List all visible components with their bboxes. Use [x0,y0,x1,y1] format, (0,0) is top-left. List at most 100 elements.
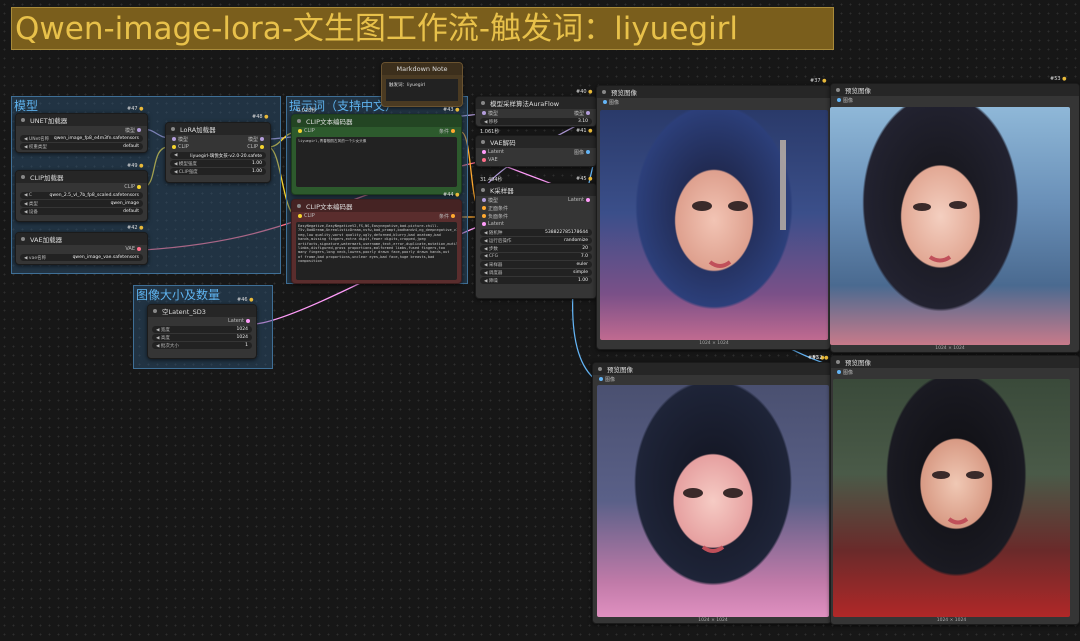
clip-device-field[interactable]: ◀ 设备 default [20,208,143,215]
clip-text-encode-positive-node[interactable]: CLIP文本编码器 CLIP 条件 liyuegirl,青春靓丽古风的一个少女头像 [291,114,462,195]
ksampler-latent-pin [482,221,486,226]
control-after-generate-field[interactable]: ◀ 运行后操作 randomize [480,237,592,244]
latent-header: 空Latent_SD3 [148,305,256,317]
preview-4-caption: 1024 × 1024 [936,618,967,623]
empty-latent-sd3-node[interactable]: 空Latent_SD3 Latent ◀ 宽度 1024 ◀ 高度 1024 ◀ 批… [147,304,257,359]
vae-decode-time: 1.061秒 [480,129,500,135]
lora-loader-header: LoRA加载器 [166,123,270,135]
latent-batch-field[interactable]: ◀ 批次大小 1 [152,342,252,349]
clip-neg-header: CLIP文本编码器 [292,200,461,212]
portrait-2-graphic [913,201,967,263]
preview-1-header: 预览图像 [597,86,830,98]
seed-field[interactable]: ◀ 随机种 538822785178644 [480,229,592,236]
portrait-1-graphic [692,140,786,268]
clip-loader-node[interactable]: CLIP加载器 CLIP ◀ Cqwen_2.5_vl_7b_fp8_scale… [15,170,148,222]
lora-loader-node[interactable]: LoRA加载器 模型 模型 CLIP CLIP ◀ liyuegirl-璃悦女孩-v2… [165,122,271,183]
ksampler-positive-pin [482,206,486,210]
unet-out-label: 模型 [124,127,135,134]
vae-decode-latent-pin [482,149,486,154]
lora-model-strength-field[interactable]: ◀ 模型强度 1.00 [170,160,266,167]
markdown-note-text: 触发词：liyuegirl [386,79,458,101]
markdown-note-node[interactable]: Markdown Note 触发词：liyuegirl [381,62,463,107]
ksampler-time: 31.494秒 [480,177,503,183]
unet-badge: #47 ● [127,106,144,112]
steps-field[interactable]: ◀ 步数 20 [480,245,592,252]
ksampler-badge: #45 ● [576,176,593,182]
unet-model-output-pin [137,128,141,132]
sampler-field[interactable]: ◀ 采样器 euler [480,261,592,268]
positive-prompt-textarea[interactable]: liyuegirl,青春靓丽古风的一个少女头像 [296,137,457,187]
portrait-3-graphic [683,488,743,553]
preview-2-image[interactable] [830,107,1070,345]
latent-output-pin [246,318,250,323]
lora-model-output-pin [260,137,264,141]
latent-height-field[interactable]: ◀ 高度 1024 [152,334,252,341]
preview-4-image[interactable] [833,379,1070,617]
aura-badge: #40 ● [576,89,593,95]
workflow-title-note[interactable]: Qwen-image-lora-文生图工作流-触发词：liyuegirl [11,7,834,50]
aura-model-input-pin [482,111,486,115]
clip-text-encode-negative-node[interactable]: CLIP文本编码器 CLIP 条件 EasyNegative,EasyNegati… [291,199,462,284]
preview-3-caption: 1024 × 1024 [698,618,728,623]
unet-loader-header: UNET加载器 [16,114,147,126]
preview-2-header: 预览图像 [831,84,1079,96]
unet-loader-node[interactable]: UNET加载器 模型 ◀ UNet名称 qwen_image_fp8_e4m3fn… [15,113,148,153]
lora-clip-input-pin [172,144,176,149]
lora-model-input-pin [172,137,176,141]
unet-dtype-field[interactable]: ◀ 权重类型 default [20,143,143,150]
preview-2-image-pin [837,98,841,102]
denoise-field[interactable]: ◀ 降噪 1.00 [480,277,592,284]
preview-4-header: 预览图像 [831,356,1079,368]
clip-pos-badge: #43 ● [443,107,460,113]
preview-2-badge: #53 ● [1050,76,1067,82]
negative-prompt-textarea[interactable]: EasyNegative,EasyNegativeV2,FS,NS,Easyne… [296,222,457,280]
vae-loader-badge: #42 ● [127,225,144,231]
group-model-title: 模型 [14,99,39,113]
clip-pos-input-pin [298,128,302,133]
clip-neg-output-pin [451,214,455,218]
lora-clip-strength-field[interactable]: ◀ CLIP强度 1.00 [170,168,266,175]
group-image-size-title: 图像大小及数量 [136,288,221,302]
vae-decode-badge: #41 ● [576,128,593,134]
model-sampling-auraflow-node[interactable]: 模型采样算法AuraFlow 模型 模型 ◀ 移移 3.10 [475,96,597,127]
latent-badge: #46 ● [237,297,254,303]
vae-decode-header: VAE解码 [476,136,596,148]
clip-name-field[interactable]: ◀ Cqwen_2.5_vl_7b_fp8_scaled.safetensors [20,192,143,199]
aura-shift-field[interactable]: ◀ 移移 3.10 [480,118,592,125]
clip-loader-badge: #49 ● [127,163,144,169]
cfg-field[interactable]: ◀ CFG 7.0 [480,253,592,260]
clip-neg-badge: #44 ● [443,192,460,198]
aura-model-output-pin [586,111,590,115]
preview-1-image[interactable] [600,110,828,340]
vae-decode-node[interactable]: VAE解码 Latent 图像 VAE [475,135,597,167]
clip-pos-time: 0.028秒 [297,108,317,114]
preview-1-image-pin [603,100,607,104]
preview-1-badge: #37 ● [810,78,827,84]
scheduler-field[interactable]: ◀ 调度器 simple [480,269,592,276]
ksampler-latent-output-pin [586,197,590,202]
preview-3-image[interactable] [597,385,829,617]
preview-4-badge: #52 ● [812,355,829,361]
ksampler-negative-pin [482,214,486,218]
clip-type-field[interactable]: ◀ 类型 qwen_image [20,200,143,207]
ksampler-header: K采样器 [476,184,596,196]
lora-clip-output-pin [260,144,264,149]
preview-1-caption: 1024 × 1024 [699,341,729,346]
portrait-4-graphic [932,471,984,525]
lora-badge: #48 ● [252,114,269,120]
vae-loader-header: VAE加载器 [16,233,147,245]
vae-decode-image-output-pin [586,150,590,154]
clip-output-pin [137,184,141,189]
vae-decode-vae-pin [482,157,486,162]
clip-loader-header: CLIP加载器 [16,171,147,183]
clip-pos-header: CLIP文本编码器 [292,115,461,127]
vae-name-field[interactable]: ◀ vae名称 qwen_image_vae.safetensors [20,254,143,261]
clip-neg-input-pin [298,213,302,218]
lora-name-field[interactable]: ◀ liyuegirl-璃悦女孩-v2.0-20.safete [170,152,266,159]
clip-pos-output-pin [451,129,455,133]
ksampler-node[interactable]: K采样器 模型 Latent 正面条件 负面条件 Latent ◀ 随机种 5388… [475,183,597,299]
unet-name-field[interactable]: ◀ UNet名称 qwen_image_fp8_e4m3fn.safetensor… [20,135,143,142]
vae-loader-node[interactable]: VAE加载器 VAE ◀ vae名称 qwen_image_vae.safeten… [15,232,148,265]
markdown-note-header: Markdown Note [382,63,462,75]
latent-width-field[interactable]: ◀ 宽度 1024 [152,326,252,333]
